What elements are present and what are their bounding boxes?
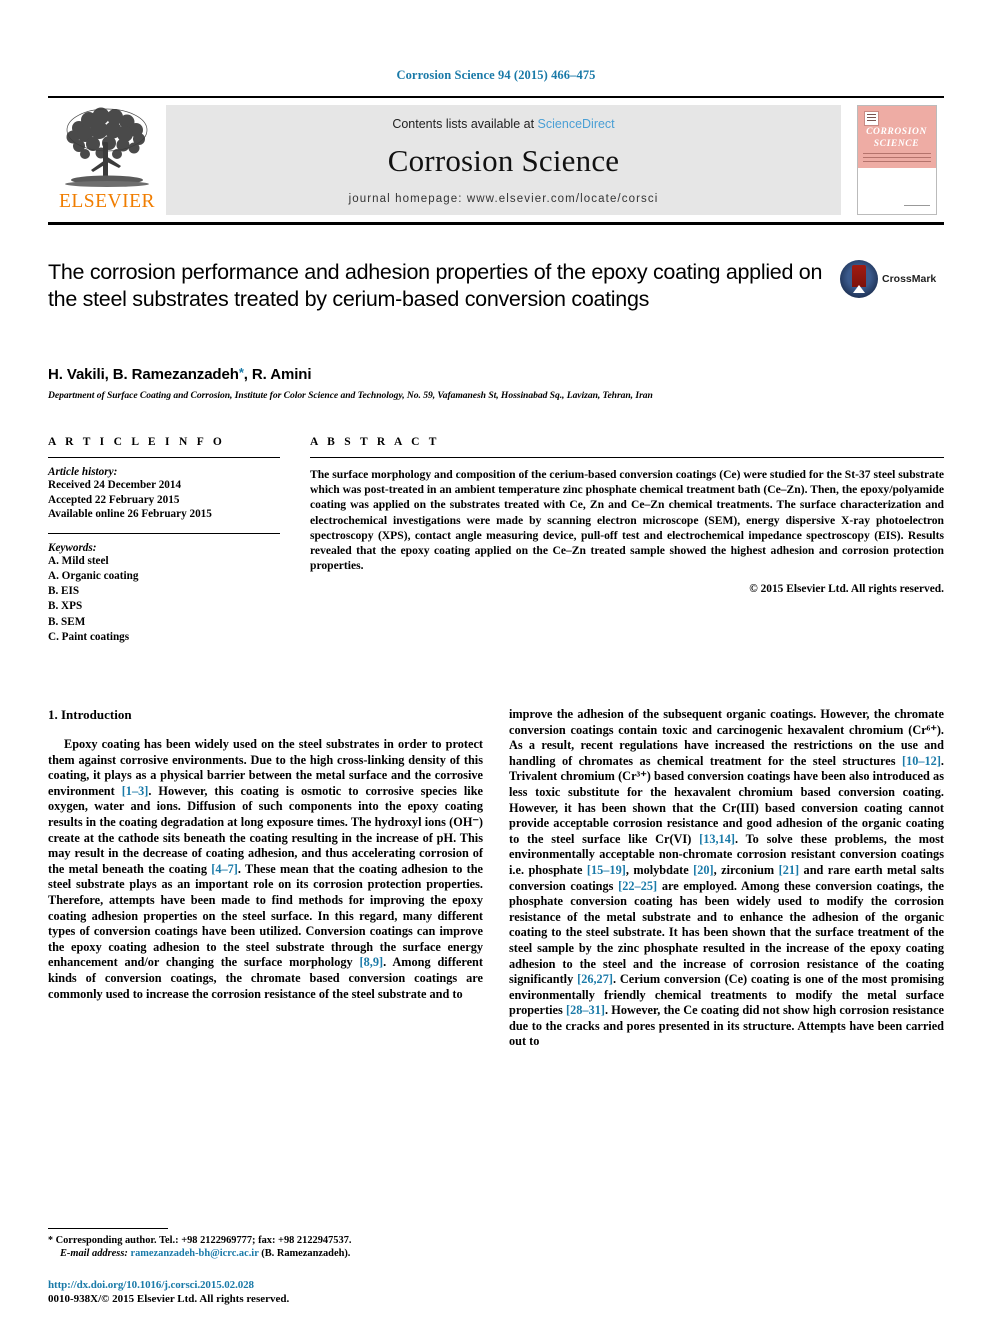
article-info-heading: A R T I C L E I N F O [48, 436, 226, 448]
crossmark-icon [840, 260, 878, 298]
citation-link[interactable]: [4–7] [211, 862, 238, 876]
authors-secondary: , R. Amini [243, 366, 312, 383]
footnote-email-link[interactable]: ramezanzadeh-bh@icrc.ac.ir [130, 1248, 258, 1259]
info-abstract-region: A R T I C L E I N F O Article history: R… [48, 436, 944, 645]
keyword-item: C. Paint coatings [48, 630, 130, 643]
page-title: The corrosion performance and adhesion p… [48, 260, 823, 311]
article-page: Corrosion Science 94 (2015) 466–475 ELSE… [0, 0, 992, 1323]
history-accepted: Accepted 22 February 2015 [48, 493, 180, 506]
article-history-label: Article history: [48, 466, 118, 478]
elsevier-tree-icon [65, 107, 149, 187]
cover-title-line1: CORROSION [866, 127, 927, 137]
history-received: Received 24 December 2014 [48, 479, 182, 491]
body-text: are employed. Among these conversion coa… [509, 878, 944, 987]
journal-cover-thumbnail: CORROSION SCIENCE [849, 98, 944, 222]
running-head: Corrosion Science 94 (2015) 466–475 [396, 68, 596, 82]
abstract-text: The surface morphology and composition o… [310, 468, 944, 573]
citation-link[interactable]: [21] [779, 863, 800, 877]
citation-link[interactable]: [22–25] [618, 879, 657, 893]
body-columns: 1. Introduction Epoxy coating has been w… [48, 707, 944, 1050]
keyword-item: A. Organic coating [48, 569, 139, 582]
citation-link[interactable]: [13,14] [699, 832, 735, 846]
citation-link[interactable]: [20] [693, 863, 714, 877]
journal-homepage-link[interactable]: journal homepage: www.elsevier.com/locat… [349, 193, 659, 205]
journal-title: Corrosion Science [387, 143, 620, 178]
body-column-left: 1. Introduction Epoxy coating has been w… [48, 707, 483, 1050]
keyword-item: B. SEM [48, 615, 86, 628]
author-list: H. Vakili, B. Ramezanzadeh*, R. Amini [48, 365, 944, 383]
footnote-email-owner: (B. Ramezanzadeh). [261, 1248, 351, 1260]
keyword-item: B. XPS [48, 600, 83, 613]
footnote-email-label: E-mail address: [60, 1248, 128, 1260]
footnote-corresponding-text: Corresponding author. Tel.: +98 21229697… [55, 1234, 352, 1246]
doi-block: http://dx.doi.org/10.1016/j.corsci.2015.… [48, 1279, 508, 1305]
body-text: , molybdate [625, 862, 694, 877]
abstract-column: A B S T R A C T The surface morphology a… [310, 436, 944, 645]
abstract-copyright: © 2015 Elsevier Ltd. All rights reserved… [749, 583, 944, 596]
footnote-email-line: E-mail address: ramezanzadeh-bh@icrc.ac.… [48, 1247, 488, 1261]
corresponding-author-footnote: * Corresponding author. Tel.: +98 212296… [48, 1227, 488, 1261]
footnote-corresponding: * Corresponding author. Tel.: +98 212296… [48, 1234, 488, 1248]
cover-emblem-icon [863, 111, 879, 126]
article-info-column: A R T I C L E I N F O Article history: R… [48, 436, 280, 645]
cover-title-line2: SCIENCE [873, 139, 920, 149]
intro-paragraph-left: Epoxy coating has been widely used on th… [48, 737, 483, 1002]
body-text: , zirconium [713, 862, 779, 877]
doi-link[interactable]: http://dx.doi.org/10.1016/j.corsci.2015.… [48, 1279, 508, 1291]
section-heading-introduction: 1. Introduction [48, 707, 132, 722]
journal-masthead: ELSEVIER Contents lists available at Sci… [48, 96, 944, 225]
abstract-heading: A B S T R A C T [310, 436, 440, 448]
citation-link[interactable]: [15–19] [587, 863, 626, 877]
citation-link[interactable]: [8,9] [360, 955, 384, 969]
citation-link[interactable]: [26,27] [577, 972, 613, 986]
affiliation: Department of Surface Coating and Corros… [48, 390, 653, 401]
body-text: improve the adhesion of the subsequent o… [509, 707, 944, 768]
authors-primary: H. Vakili, B. Ramezanzadeh [48, 366, 239, 383]
citation-link[interactable]: [1–3] [122, 784, 149, 798]
history-available-online: Available online 26 February 2015 [48, 508, 212, 521]
citation-link[interactable]: [10–12] [902, 754, 941, 768]
elsevier-wordmark: ELSEVIER [58, 191, 156, 212]
keyword-item: B. EIS [48, 585, 80, 598]
contents-available-line: Contents lists available at ScienceDirec… [392, 117, 614, 131]
body-column-right: improve the adhesion of the subsequent o… [509, 707, 944, 1050]
sciencedirect-link[interactable]: ScienceDirect [538, 117, 615, 131]
body-text: . These mean that the coating adhesion t… [48, 861, 484, 970]
intro-paragraph-right: improve the adhesion of the subsequent o… [509, 707, 944, 1050]
citation-link[interactable]: [28–31] [566, 1003, 605, 1017]
footnote-star-marker: * [48, 1234, 53, 1246]
crossmark-badge[interactable]: CrossMark [840, 259, 944, 299]
contents-prefix: Contents lists available at [392, 117, 535, 131]
crossmark-label: CrossMark [882, 273, 937, 285]
elsevier-logo: ELSEVIER [48, 98, 166, 222]
journal-band: Contents lists available at ScienceDirec… [166, 105, 841, 215]
keyword-item: A. Mild steel [48, 554, 109, 567]
keywords-label: Keywords: [48, 541, 97, 554]
issn-copyright-line: 0010-938X/© 2015 Elsevier Ltd. All right… [48, 1293, 290, 1305]
title-block: The corrosion performance and adhesion p… [48, 259, 944, 345]
